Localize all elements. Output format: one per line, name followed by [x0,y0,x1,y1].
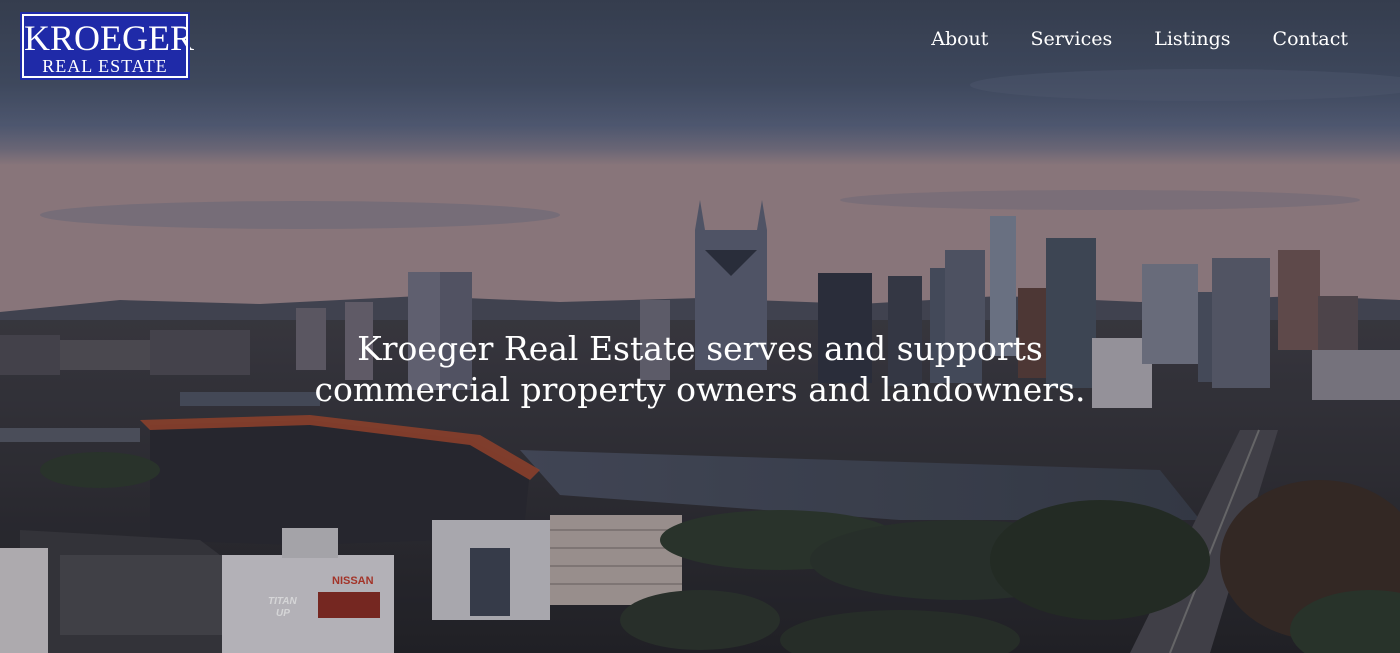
dark-overlay [0,0,1400,653]
hero-section: NISSAN TITAN UP KROEGER REAL ESTATE Abou… [0,0,1400,653]
nav-contact[interactable]: Contact [1273,28,1348,50]
main-nav: About Services Listings Contact [931,28,1348,50]
logo[interactable]: KROEGER REAL ESTATE [20,12,194,80]
hero-headline-line-1: Kroeger Real Estate serves and supports [357,329,1043,368]
logo-line-2: REAL ESTATE [42,56,168,76]
nav-services[interactable]: Services [1030,28,1112,50]
nav-listings[interactable]: Listings [1154,28,1230,50]
logo-line-1: KROEGER [24,18,194,58]
hero-headline-line-2: commercial property owners and landowner… [314,370,1086,409]
nav-about[interactable]: About [931,28,988,50]
hero-headline: Kroeger Real Estate serves and supports … [0,328,1400,410]
